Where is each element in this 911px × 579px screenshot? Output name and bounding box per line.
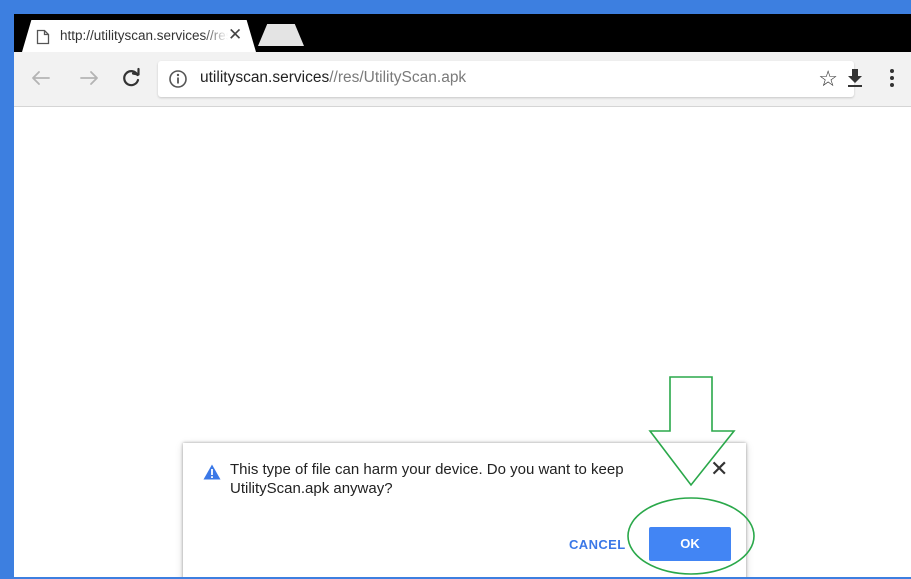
- tab-title: http://utilityscan.services//res/Utility…: [60, 28, 228, 43]
- download-icon[interactable]: [845, 66, 865, 90]
- reload-icon[interactable]: [118, 65, 144, 91]
- url-text: utilityscan.services//res/UtilityScan.ap…: [200, 69, 466, 87]
- url-host: utilityscan.services: [200, 69, 330, 86]
- forward-arrow-icon[interactable]: [76, 65, 102, 91]
- tab-strip: http://utilityscan.services//res/Utility…: [14, 14, 911, 52]
- address-bar[interactable]: utilityscan.services//res/UtilityScan.ap…: [158, 61, 854, 97]
- tab-active[interactable]: http://utilityscan.services//res/Utility…: [22, 20, 256, 52]
- kebab-menu-icon[interactable]: [888, 66, 896, 90]
- url-path: //res/UtilityScan.apk: [329, 69, 467, 86]
- new-tab-button[interactable]: [258, 24, 304, 46]
- ok-button[interactable]: OK: [649, 527, 731, 561]
- star-icon[interactable]: ☆: [818, 68, 838, 90]
- page-icon: [36, 29, 50, 45]
- back-arrow-icon[interactable]: [28, 65, 54, 91]
- browser-window: http://utilityscan.services//res/Utility…: [14, 14, 911, 577]
- info-icon[interactable]: [168, 69, 188, 89]
- close-icon[interactable]: ✕: [710, 458, 728, 480]
- warning-icon: [203, 464, 221, 480]
- close-icon[interactable]: ✕: [228, 25, 242, 45]
- cancel-button[interactable]: CANCEL: [569, 537, 626, 552]
- dialog-message: This type of file can harm your device. …: [230, 461, 624, 497]
- toolbar: utilityscan.services//res/UtilityScan.ap…: [14, 52, 911, 107]
- download-warning-dialog: This type of file can harm your device. …: [183, 443, 746, 577]
